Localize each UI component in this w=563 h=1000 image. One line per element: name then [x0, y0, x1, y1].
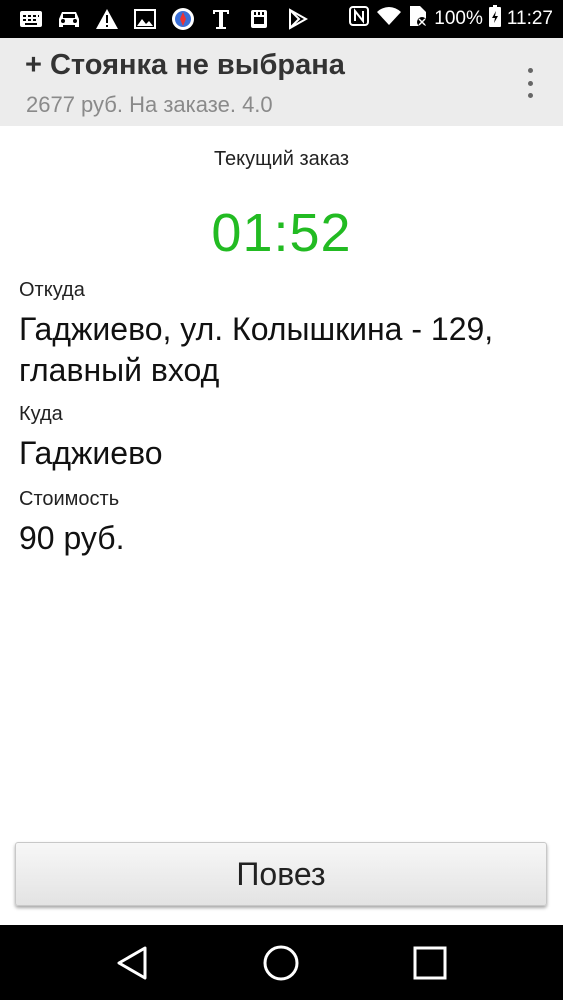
order-timer: 01:52: [211, 203, 352, 263]
warning-icon: [94, 7, 120, 31]
current-order-label: Текущий заказ: [213, 148, 350, 170]
storage-icon: [246, 7, 272, 31]
play-store-icon: [284, 7, 310, 31]
navigation-bar: [0, 925, 563, 1000]
from-label: Откуда: [19, 279, 85, 301]
to-value: Гаджиево: [19, 435, 163, 471]
notification-icons: [18, 7, 310, 31]
mail-icon: [18, 7, 44, 31]
status-bar: 100% 11:27: [0, 0, 563, 38]
recents-icon[interactable]: [410, 943, 450, 983]
clock: 11:27: [506, 8, 553, 29]
font-t-icon: [208, 7, 234, 31]
to-label: Куда: [19, 403, 63, 425]
status-right: 100% 11:27: [348, 4, 553, 34]
cost-label: Стоимость: [19, 488, 120, 510]
screen: 100% 11:27 + Стоянка не выбрана 2677 руб…: [0, 0, 563, 1000]
app-header: + Стоянка не выбрана 2677 руб. На заказе…: [0, 38, 563, 126]
back-icon[interactable]: [112, 943, 152, 983]
cost-value: 90 руб.: [19, 520, 125, 556]
taxi-icon: [56, 7, 82, 31]
no-sim-icon: [408, 4, 428, 34]
header-title[interactable]: + Стоянка не выбрана: [25, 49, 345, 82]
drive-button[interactable]: Повез: [15, 842, 547, 906]
image-icon: [132, 7, 158, 31]
home-icon[interactable]: [261, 943, 301, 983]
battery-percent: 100%: [434, 8, 483, 29]
overflow-menu-icon[interactable]: [525, 68, 535, 98]
wifi-icon: [376, 6, 402, 32]
nfc-icon: [348, 5, 370, 33]
compass-icon: [170, 7, 196, 31]
from-value: Гаджиево, ул. Колышкина - 129, главный в…: [19, 311, 494, 388]
battery-icon: [488, 5, 501, 33]
header-subtitle: 2677 руб. На заказе. 4.0: [26, 92, 273, 117]
